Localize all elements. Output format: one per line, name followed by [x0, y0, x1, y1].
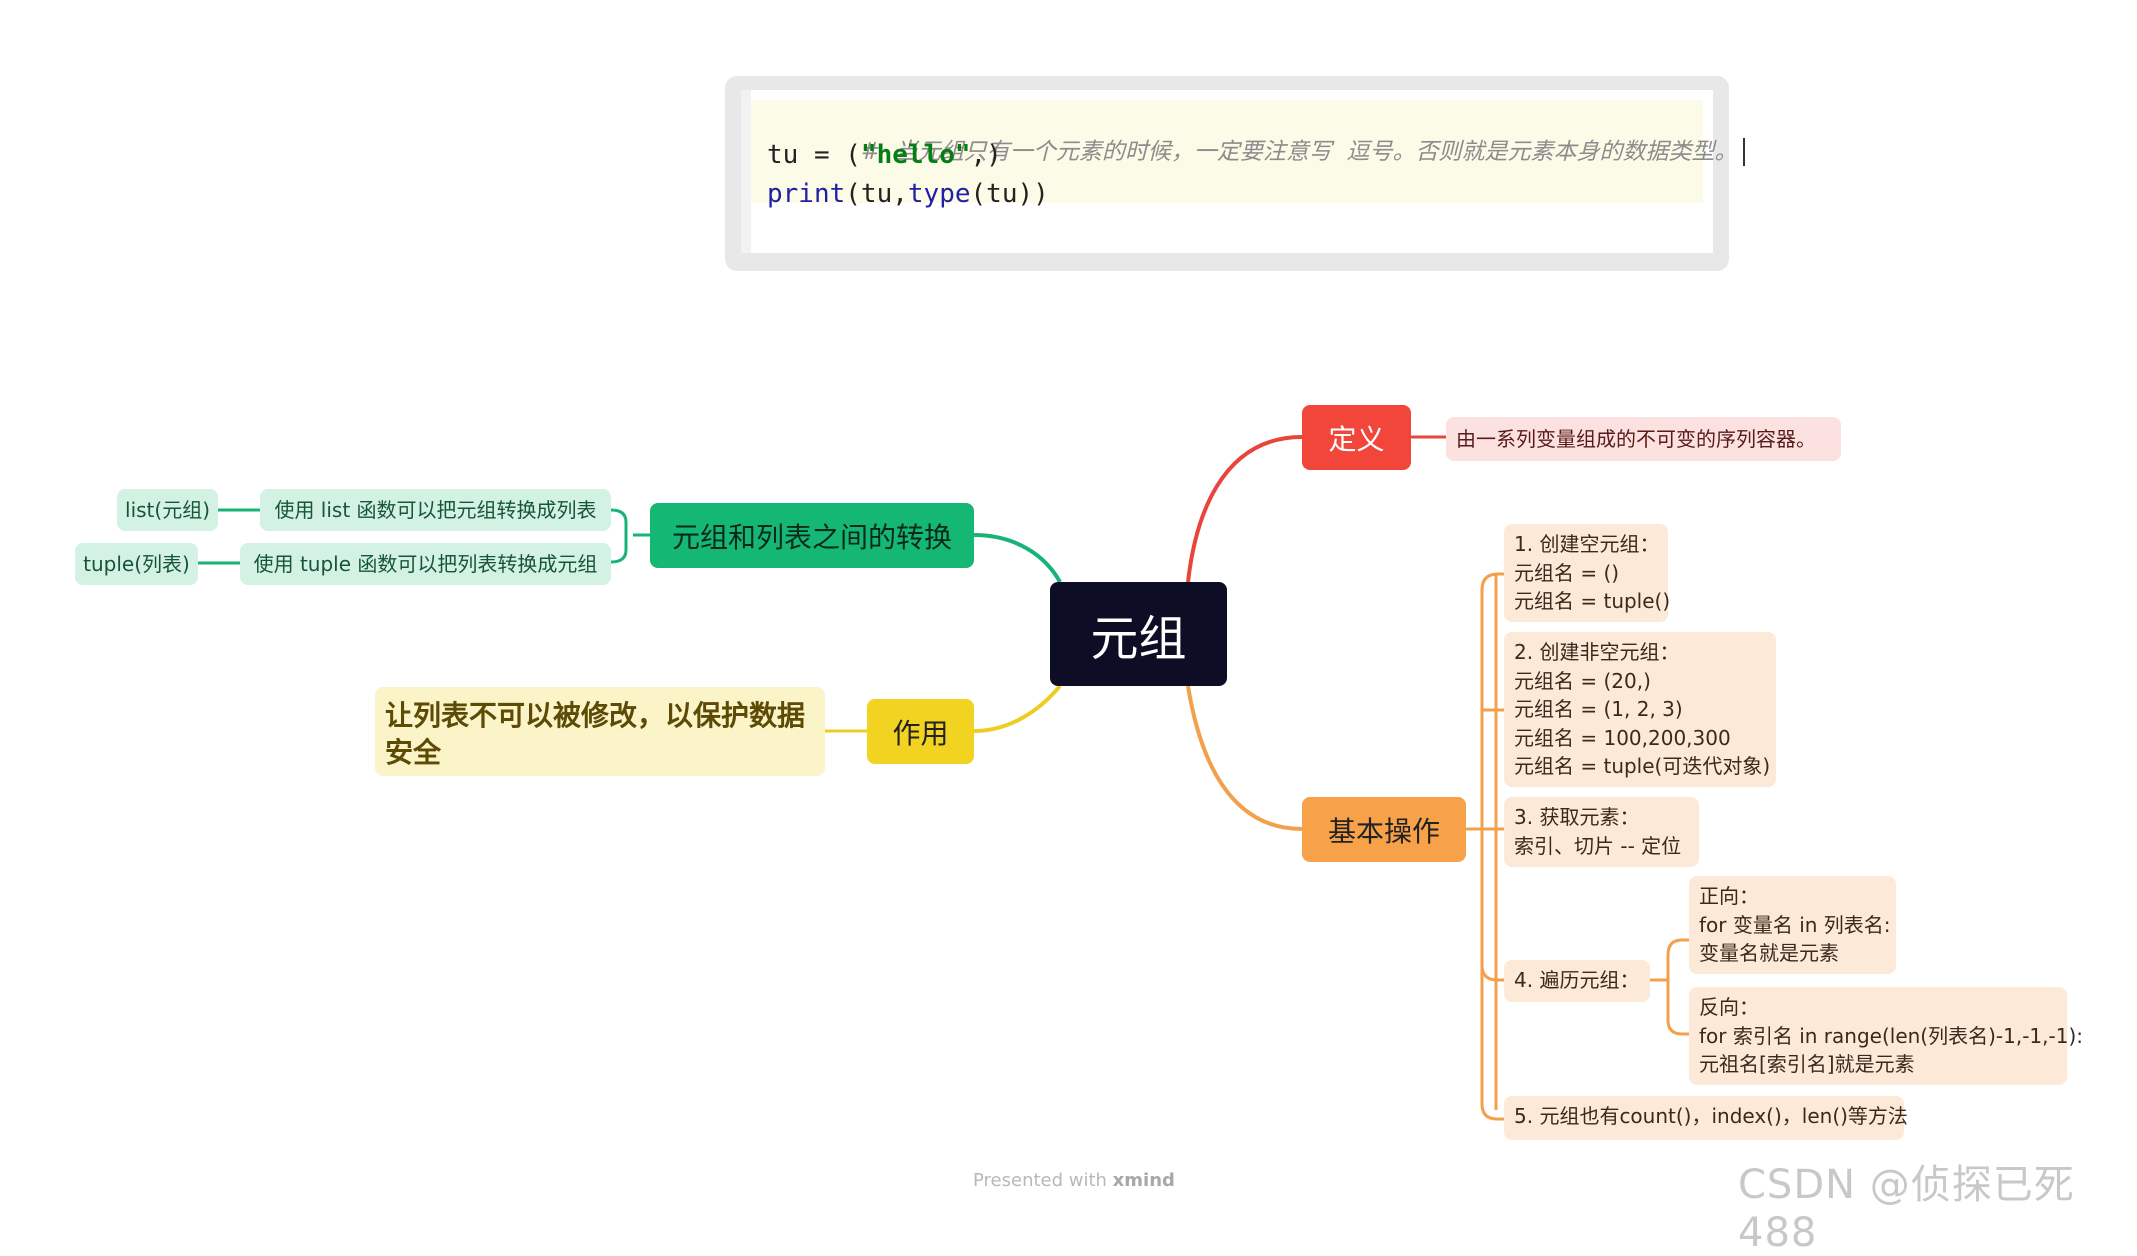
op-methods[interactable]: 5. 元组也有count()，index()，len()等方法 [1504, 1096, 1908, 1140]
traverse-reverse[interactable]: 反向： for 索引名 in range(len(列表名)-1,-1,-1): … [1689, 987, 2083, 1085]
footer-prefix: Presented with [973, 1170, 1113, 1191]
central-topic[interactable]: 元组 [1050, 582, 1227, 686]
link-operations [1186, 685, 1303, 831]
definition-text[interactable]: 由一系列变量组成的不可变的序列容器。 [1446, 417, 1841, 461]
link-traverse [1650, 938, 1690, 1036]
conversion-list-desc[interactable]: 使用 list 函数可以把元组转换成列表 [260, 489, 611, 531]
watermark: CSDN @侦探已死488 [1738, 1162, 2075, 1256]
footer-brand: xmind [1112, 1170, 1175, 1191]
link-usage [973, 684, 1062, 733]
op-create-empty[interactable]: 1. 创建空元组： 元组名 = () 元组名 = tuple() [1504, 524, 1670, 622]
footer-credit: Presented with xmind [973, 1170, 1175, 1191]
branch-conversion[interactable]: 元组和列表之间的转换 [650, 503, 974, 568]
traverse-forward[interactable]: 正向： for 变量名 in 列表名: 变量名就是元素 [1689, 876, 1896, 974]
op-traverse[interactable]: 4. 遍历元组： [1504, 960, 1650, 1002]
conversion-list-code[interactable]: list(元组) [117, 489, 218, 531]
link-conversion-bracket [610, 508, 650, 564]
conversion-tuple-code[interactable]: tuple(列表) [75, 543, 198, 585]
link-definition [1186, 435, 1303, 583]
branch-definition[interactable]: 定义 [1302, 405, 1411, 470]
usage-text[interactable]: 让列表不可以被修改，以保护数据安全 [375, 687, 825, 776]
link-conversion [973, 533, 1062, 583]
link-operations-bracket [1466, 572, 1507, 1110]
op-get-element[interactable]: 3. 获取元素： 索引、切片 -- 定位 [1504, 797, 1699, 867]
conversion-tuple-desc[interactable]: 使用 tuple 函数可以把列表转换成元组 [240, 543, 611, 585]
op-create-nonempty[interactable]: 2. 创建非空元组： 元组名 = (20,) 元组名 = (1, 2, 3) 元… [1504, 632, 1776, 787]
branch-operations[interactable]: 基本操作 [1302, 797, 1466, 862]
branch-usage[interactable]: 作用 [867, 699, 974, 764]
